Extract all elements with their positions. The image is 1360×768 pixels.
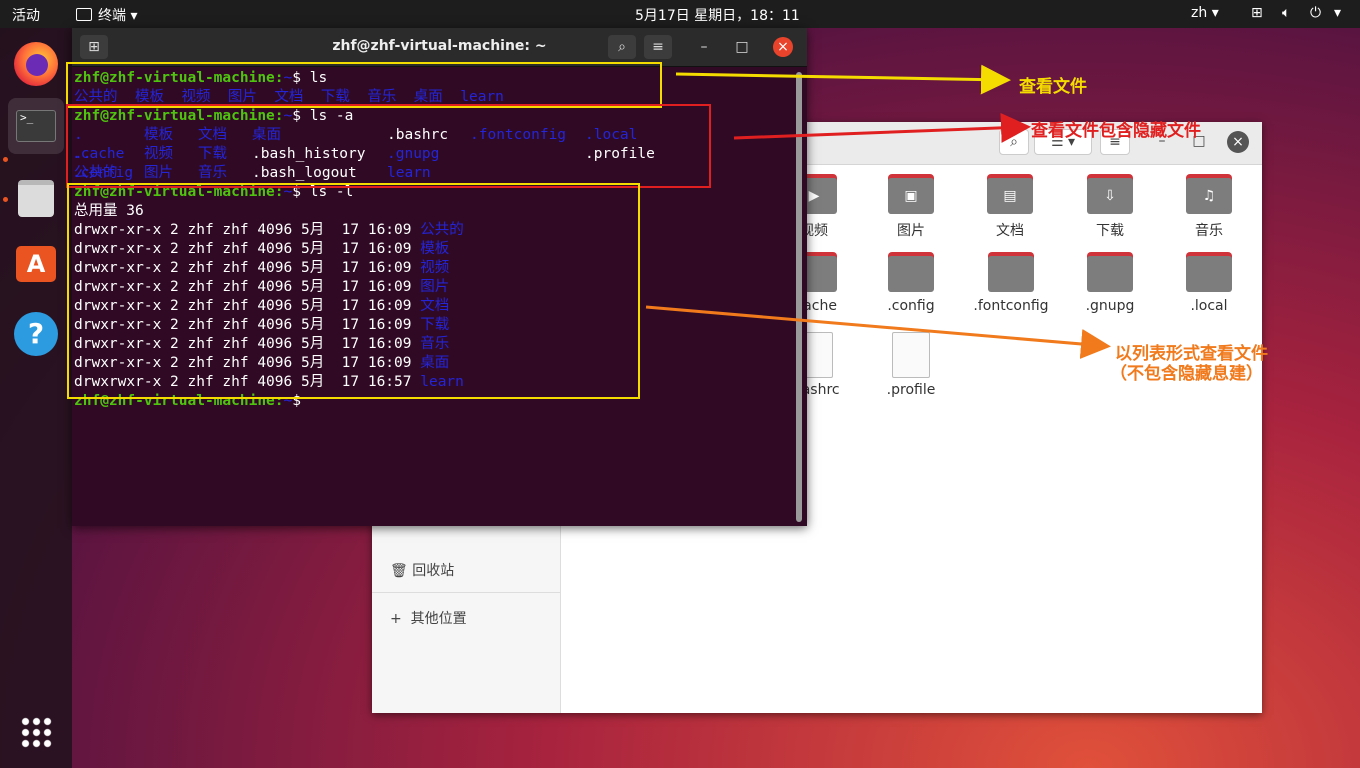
arrow-yellow	[675, 64, 1011, 95]
arrow-orange	[645, 305, 1111, 359]
arrow-red	[733, 112, 1031, 143]
annotation-list-format-note: （不包含隐藏息建）	[1110, 364, 1263, 384]
annotation-view-files: 查看文件	[1019, 77, 1087, 97]
annotation-view-hidden: 查看文件包含隐藏文件	[1031, 121, 1201, 141]
